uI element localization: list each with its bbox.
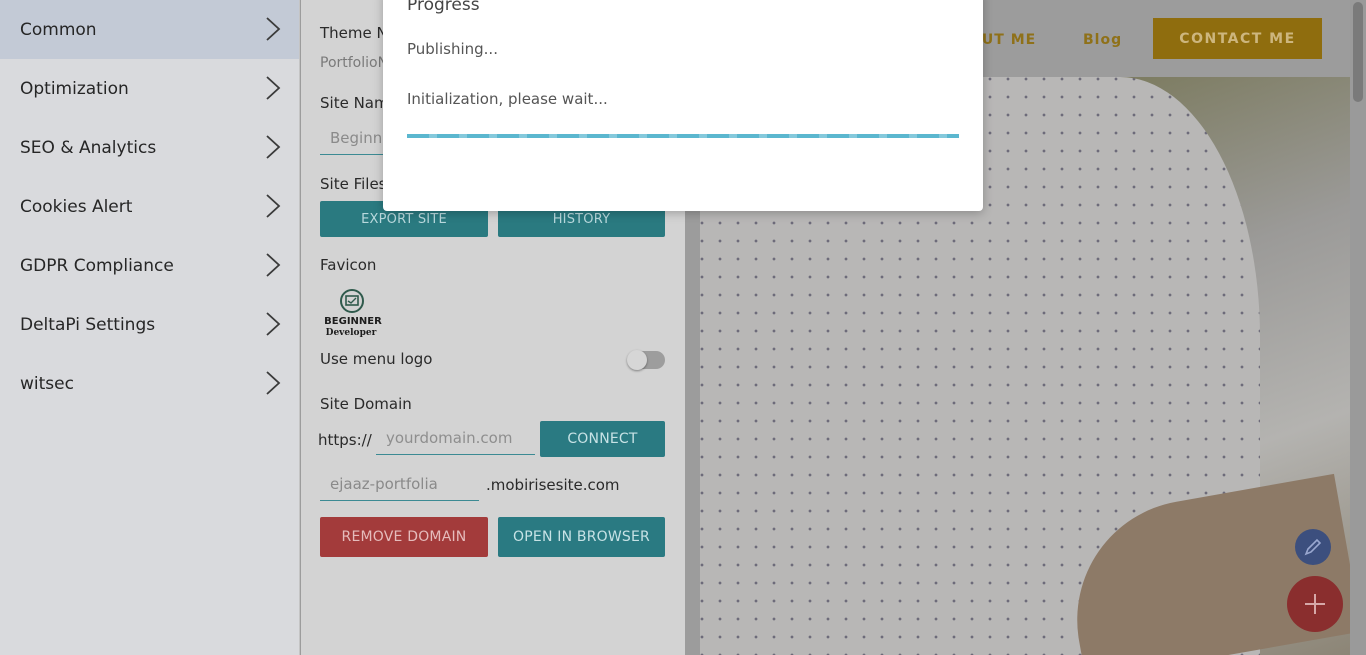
- preview-scrollbar[interactable]: [1350, 0, 1366, 655]
- chevron-right-icon: [266, 76, 281, 100]
- site-domain-label: Site Domain: [320, 395, 412, 413]
- menu-item-label: DeltaPi Settings: [20, 314, 156, 335]
- chevron-right-icon: [266, 371, 281, 395]
- theme-label: Theme N: [320, 24, 388, 42]
- domain-input[interactable]: yourdomain.com: [376, 423, 535, 455]
- chevron-right-icon: [266, 253, 281, 277]
- plus-icon: [1305, 594, 1325, 614]
- menu-item-witsec[interactable]: witsec: [0, 354, 299, 413]
- subdomain-suffix: .mobirisesite.com: [486, 476, 620, 494]
- site-name-input[interactable]: Beginne: [320, 123, 391, 155]
- nav-link-blog[interactable]: Blog: [1083, 32, 1122, 48]
- modal-title: Progress: [407, 0, 480, 15]
- domain-placeholder: yourdomain.com: [386, 429, 513, 447]
- pencil-icon: [1304, 538, 1322, 556]
- progress-bar: [407, 134, 959, 138]
- menu-item-seo-analytics[interactable]: SEO & Analytics: [0, 118, 299, 177]
- svg-text:BEGINNER: BEGINNER: [324, 316, 382, 327]
- edit-block-button[interactable]: [1295, 529, 1331, 565]
- chevron-right-icon: [266, 194, 281, 218]
- favicon-label: Favicon: [320, 256, 377, 274]
- menu-item-deltapi-settings[interactable]: DeltaPi Settings: [0, 295, 299, 354]
- subdomain-input[interactable]: ejaaz-portfolia: [320, 469, 479, 501]
- subdomain-value: ejaaz-portfolia: [330, 475, 438, 493]
- menu-item-label: Common: [20, 19, 97, 40]
- connect-button[interactable]: CONNECT: [540, 421, 665, 457]
- scrollbar-thumb[interactable]: [1353, 2, 1363, 102]
- remove-domain-button[interactable]: REMOVE DOMAIN: [320, 517, 488, 557]
- modal-detail: Initialization, please wait...: [407, 90, 608, 108]
- toggle-knob: [627, 350, 647, 370]
- menu-item-label: witsec: [20, 373, 74, 394]
- theme-value: PortfolioN: [320, 55, 389, 71]
- menu-item-optimization[interactable]: Optimization: [0, 59, 299, 118]
- use-menu-logo-toggle[interactable]: [627, 350, 665, 370]
- chevron-right-icon: [266, 135, 281, 159]
- settings-menu: Common Optimization SEO & Analytics Cook…: [0, 0, 300, 655]
- svg-text:Developer: Developer: [326, 328, 377, 338]
- site-name-label: Site Nam: [320, 94, 389, 112]
- menu-item-label: Optimization: [20, 78, 129, 99]
- menu-item-gdpr-compliance[interactable]: GDPR Compliance: [0, 236, 299, 295]
- menu-item-label: GDPR Compliance: [20, 255, 174, 276]
- chevron-right-icon: [266, 17, 281, 41]
- open-in-browser-button[interactable]: OPEN IN BROWSER: [498, 517, 665, 557]
- favicon-logo-icon: BEGINNER Developer: [324, 289, 382, 338]
- menu-item-common[interactable]: Common: [0, 0, 299, 59]
- site-files-label: Site Files: [320, 175, 387, 193]
- menu-item-label: SEO & Analytics: [20, 137, 157, 158]
- chevron-right-icon: [266, 312, 281, 336]
- progress-modal: Progress Publishing... Initialization, p…: [383, 0, 983, 211]
- add-block-button[interactable]: [1287, 576, 1343, 632]
- use-menu-logo-label: Use menu logo: [320, 350, 433, 368]
- menu-item-cookies-alert[interactable]: Cookies Alert: [0, 177, 299, 236]
- modal-status: Publishing...: [407, 40, 498, 58]
- contact-me-button[interactable]: CONTACT ME: [1153, 18, 1322, 59]
- protocol-prefix: https://: [318, 431, 372, 449]
- favicon-image[interactable]: BEGINNER Developer: [321, 289, 385, 341]
- menu-item-label: Cookies Alert: [20, 196, 133, 217]
